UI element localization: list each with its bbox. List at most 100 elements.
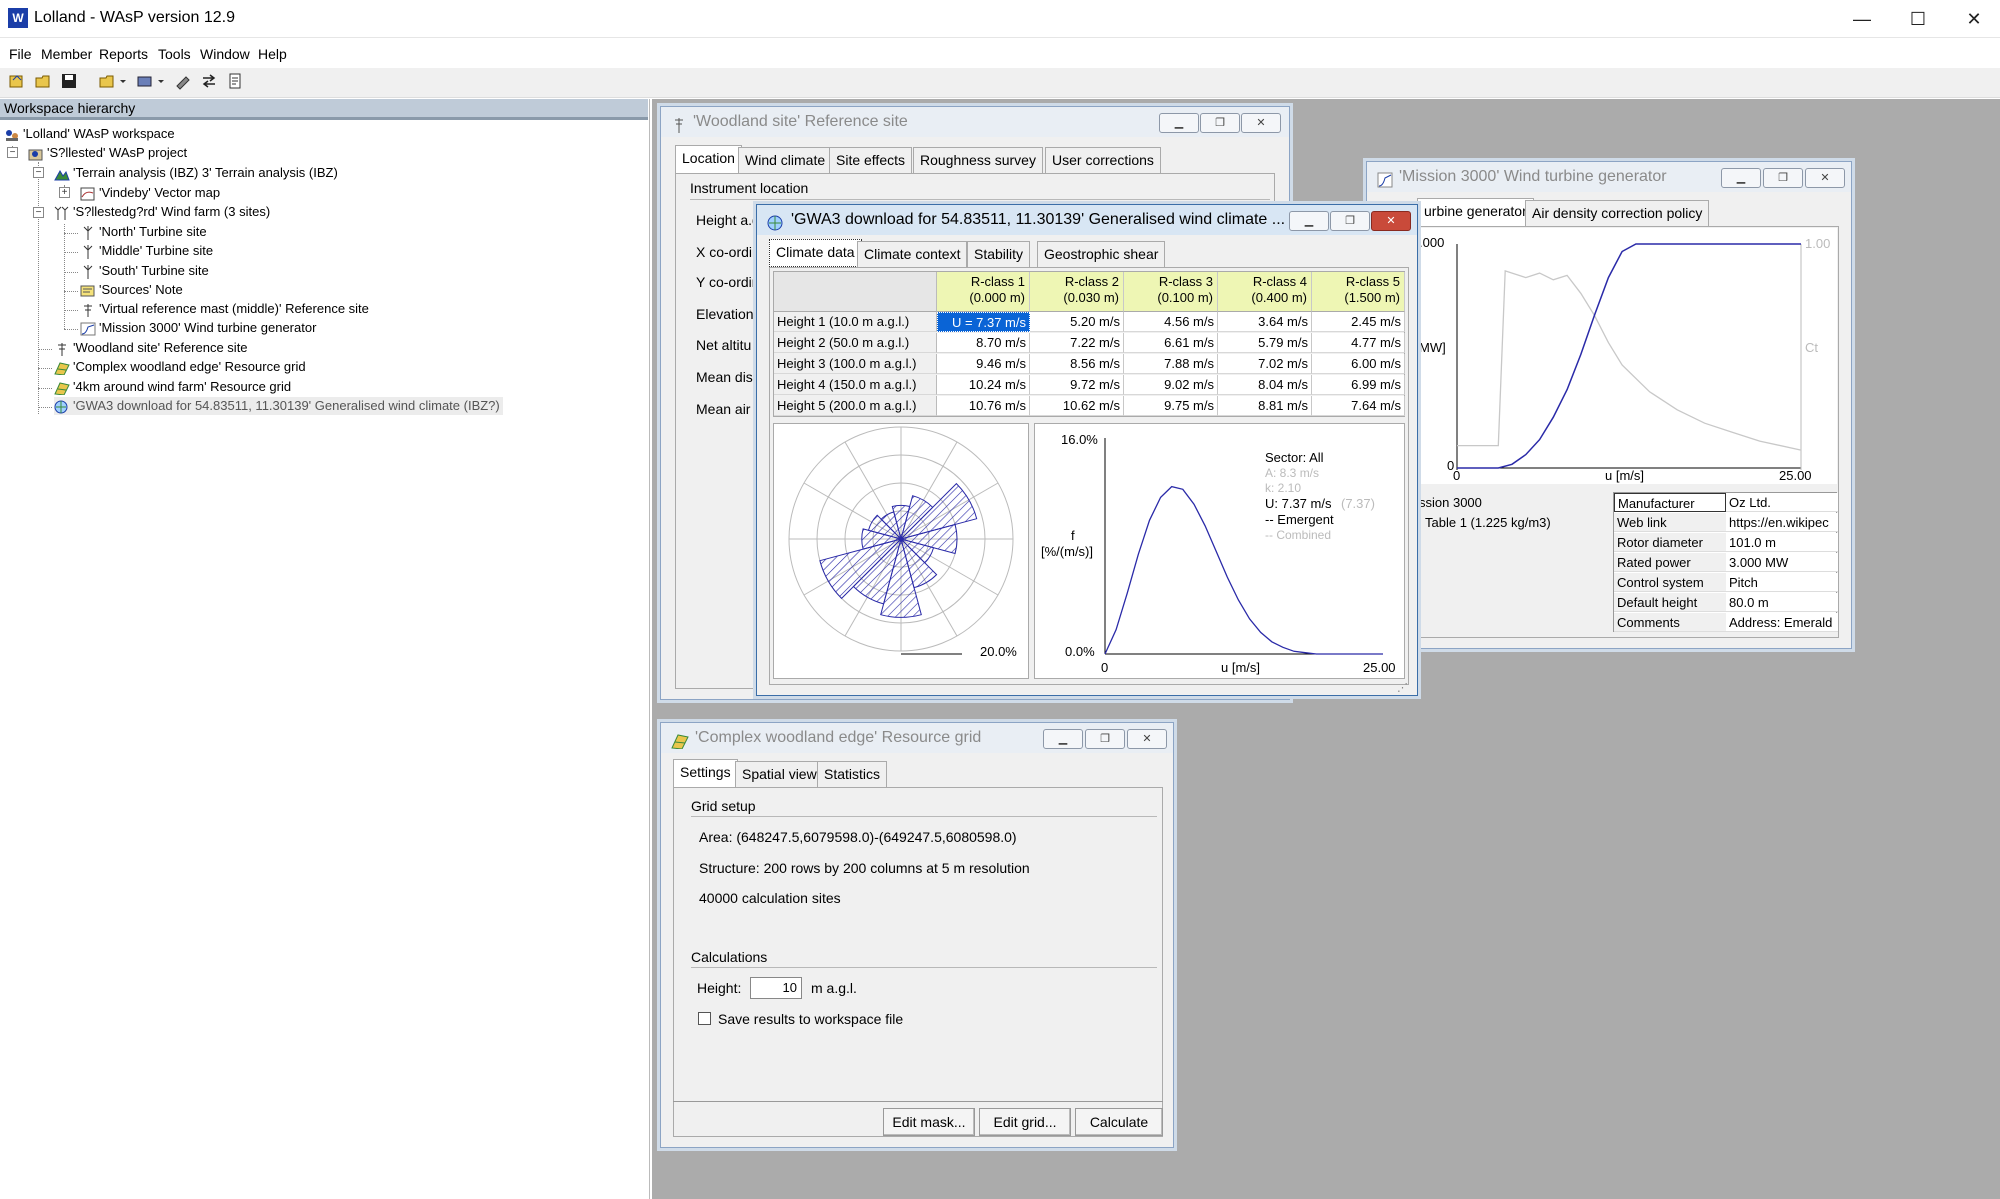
row-header[interactable]: Height 2 (50.0 m a.g.l.) xyxy=(774,333,937,353)
column-header[interactable]: R-class 5 (1.500 m) xyxy=(1312,272,1405,312)
tab-climate-data[interactable]: Climate data xyxy=(769,239,862,267)
tree-item-project[interactable]: 'S?llested' WAsP project xyxy=(28,144,187,162)
table-cell[interactable]: 6.99 m/s xyxy=(1312,375,1405,395)
tree-item-complex-woodland-edge[interactable]: 'Complex woodland edge' Resource grid xyxy=(54,358,306,376)
property-value[interactable]: https://en.wikipec xyxy=(1726,513,1838,532)
tab-site-effects[interactable]: Site effects xyxy=(829,147,913,173)
table-cell[interactable]: 9.75 m/s xyxy=(1124,396,1218,416)
tree-item-mission-3000[interactable]: 'Mission 3000' Wind turbine generator xyxy=(80,319,316,337)
property-name[interactable]: Default height xyxy=(1614,593,1726,612)
menu-file[interactable]: File xyxy=(9,46,32,62)
row-header[interactable]: Height 5 (200.0 m a.g.l.) xyxy=(774,396,937,416)
table-cell[interactable]: 8.04 m/s xyxy=(1218,375,1312,395)
height-input[interactable]: 10 xyxy=(750,977,802,999)
menu-reports[interactable]: Reports xyxy=(99,46,148,62)
table-cell[interactable]: 10.62 m/s xyxy=(1030,396,1124,416)
table-cell[interactable]: 4.56 m/s xyxy=(1124,312,1218,332)
table-cell[interactable]: 10.24 m/s xyxy=(937,375,1030,395)
tab-stability[interactable]: Stability xyxy=(967,241,1031,267)
tab-wind-climate[interactable]: Wind climate xyxy=(738,147,833,173)
tree-item-terrain-analysis[interactable]: 'Terrain analysis (IBZ) 3' Terrain analy… xyxy=(54,164,338,182)
minimize-button[interactable]: — xyxy=(1834,0,1890,38)
menu-help[interactable]: Help xyxy=(258,46,287,62)
tree-item-gwa3-download[interactable]: 'GWA3 download for 54.83511, 11.30139' G… xyxy=(54,397,503,415)
table-cell[interactable]: 7.88 m/s xyxy=(1124,354,1218,374)
minimize-button[interactable]: ▁ xyxy=(1289,211,1329,231)
property-name[interactable]: Rated power xyxy=(1614,553,1726,572)
table-cell[interactable]: 7.22 m/s xyxy=(1030,333,1124,353)
column-header[interactable]: R-class 2 (0.030 m) xyxy=(1030,272,1124,312)
property-value[interactable]: 101.0 m xyxy=(1726,533,1838,552)
insert-member-icon[interactable] xyxy=(134,71,168,93)
close-button[interactable]: ✕ xyxy=(1241,113,1281,133)
minimize-button[interactable]: ▁ xyxy=(1159,113,1199,133)
column-header[interactable]: R-class 1 (0.000 m) xyxy=(937,272,1030,312)
tree-item-middle-site[interactable]: 'Middle' Turbine site xyxy=(80,242,213,260)
column-header[interactable]: R-class 4 (0.400 m) xyxy=(1218,272,1312,312)
tab-air-density-correction-policy[interactable]: Air density correction policy xyxy=(1525,200,1710,226)
tab-geostrophic-shear[interactable]: Geostrophic shear xyxy=(1037,241,1166,267)
table-cell[interactable]: 10.76 m/s xyxy=(937,396,1030,416)
table-cell[interactable]: 9.02 m/s xyxy=(1124,375,1218,395)
table-cell[interactable]: 5.20 m/s xyxy=(1030,312,1124,332)
table-cell[interactable]: 9.72 m/s xyxy=(1030,375,1124,395)
maximize-button[interactable]: ☐ xyxy=(1890,0,1946,38)
table-cell[interactable]: 5.79 m/s xyxy=(1218,333,1312,353)
property-name[interactable]: Comments xyxy=(1614,613,1726,632)
tree-item-north-site[interactable]: 'North' Turbine site xyxy=(80,223,207,241)
column-header[interactable]: R-class 3 (0.100 m) xyxy=(1124,272,1218,312)
restore-button[interactable]: ❐ xyxy=(1763,168,1803,188)
table-cell[interactable]: U = 7.37 m/s xyxy=(937,312,1030,332)
table-cell[interactable]: 8.81 m/s xyxy=(1218,396,1312,416)
close-button[interactable]: ✕ xyxy=(1127,729,1167,749)
tools-icon[interactable] xyxy=(172,71,194,93)
new-workspace-icon[interactable] xyxy=(6,71,28,93)
window-title-bar[interactable]: 'GWA3 download for 54.83511, 11.30139' G… xyxy=(757,205,1417,235)
property-value[interactable]: Address: Emerald xyxy=(1726,613,1838,632)
collapse-toggle[interactable]: − xyxy=(7,147,18,158)
property-value[interactable]: 3.000 MW xyxy=(1726,553,1838,572)
property-name[interactable]: Web link xyxy=(1614,513,1726,532)
table-cell[interactable]: 7.02 m/s xyxy=(1218,354,1312,374)
restore-button[interactable]: ❐ xyxy=(1085,729,1125,749)
menu-member[interactable]: Member xyxy=(41,46,92,62)
tab-climate-context[interactable]: Climate context xyxy=(857,241,968,267)
transfer-icon[interactable] xyxy=(198,71,220,93)
window-title-bar[interactable]: 'Woodland site' Reference site ▁ ❐ ✕ xyxy=(661,107,1289,137)
close-button[interactable]: ✕ xyxy=(1371,211,1411,231)
calculate-button[interactable]: Calculate xyxy=(1075,1108,1163,1136)
tree-item-sources-note[interactable]: 'Sources' Note xyxy=(80,281,183,299)
property-name[interactable]: Control system xyxy=(1614,573,1726,592)
table-cell[interactable]: 2.45 m/s xyxy=(1312,312,1405,332)
tab-spatial-view[interactable]: Spatial view xyxy=(735,761,824,787)
tab-roughness-survey[interactable]: Roughness survey xyxy=(913,147,1043,173)
tab-wind-turbine-generator[interactable]: urbine generator xyxy=(1417,198,1534,226)
window-title-bar[interactable]: 'Mission 3000' Wind turbine generator ▁ … xyxy=(1367,162,1851,192)
row-header[interactable]: Height 1 (10.0 m a.g.l.) xyxy=(774,312,937,332)
table-cell[interactable]: 9.46 m/s xyxy=(937,354,1030,374)
table-cell[interactable]: 8.56 m/s xyxy=(1030,354,1124,374)
edit-mask-button[interactable]: Edit mask... xyxy=(883,1108,975,1136)
table-cell[interactable]: 6.61 m/s xyxy=(1124,333,1218,353)
window-title-bar[interactable]: 'Complex woodland edge' Resource grid ▁ … xyxy=(661,723,1173,753)
save-results-checkbox[interactable] xyxy=(698,1012,711,1025)
tree-item-wind-farm[interactable]: 'S?llestedg?rd' Wind farm (3 sites) xyxy=(54,203,270,221)
table-cell[interactable]: 7.64 m/s xyxy=(1312,396,1405,416)
report-icon[interactable] xyxy=(224,71,246,93)
tree-item-woodland-site[interactable]: 'Woodland site' Reference site xyxy=(54,339,248,357)
close-button[interactable]: ✕ xyxy=(1946,0,2000,38)
menu-window[interactable]: Window xyxy=(200,46,250,62)
property-value[interactable]: Oz Ltd. xyxy=(1726,493,1838,512)
open-workspace-icon[interactable] xyxy=(32,71,54,93)
tab-location[interactable]: Location xyxy=(675,145,742,173)
close-button[interactable]: ✕ xyxy=(1805,168,1845,188)
tree-item-workspace[interactable]: 'Lolland' WAsP workspace xyxy=(4,125,175,143)
property-value[interactable]: 80.0 m xyxy=(1726,593,1838,612)
minimize-button[interactable]: ▁ xyxy=(1043,729,1083,749)
save-icon[interactable] xyxy=(58,71,80,93)
property-name[interactable]: Rotor diameter xyxy=(1614,533,1726,552)
edit-grid-button[interactable]: Edit grid... xyxy=(979,1108,1071,1136)
property-name[interactable]: Manufacturer xyxy=(1614,493,1726,512)
resize-grip-icon[interactable]: ⋰ xyxy=(1397,681,1411,695)
tree-item-4km-around-wind-farm[interactable]: '4km around wind farm' Resource grid xyxy=(54,378,291,396)
